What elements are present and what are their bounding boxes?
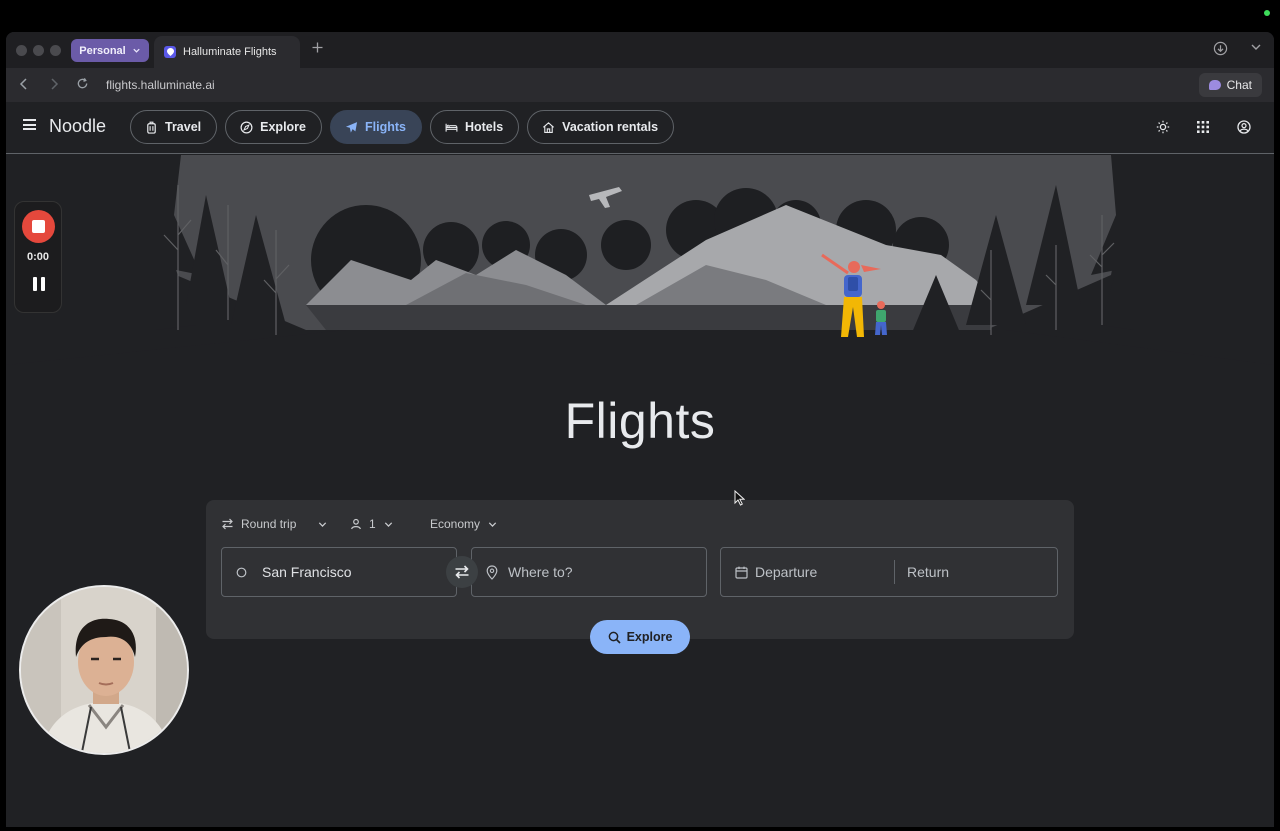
destination-field[interactable]: Where to? (471, 547, 707, 597)
main-menu-icon[interactable] (23, 119, 36, 130)
passenger-count: 1 (369, 517, 376, 531)
nav-chip-vacation-rentals[interactable]: Vacation rentals (527, 110, 675, 144)
bed-icon (445, 123, 458, 132)
tab-strip: Personal Halluminate Flights (6, 32, 1274, 68)
url-field[interactable]: flights.halluminate.ai (106, 78, 215, 92)
chevron-down-icon (133, 48, 140, 53)
compass-icon (240, 121, 253, 133)
chevron-left-icon (19, 78, 27, 90)
webcam-bubble[interactable] (19, 585, 189, 755)
search-icon (608, 631, 621, 644)
chat-bubble-icon (1208, 80, 1221, 90)
webcam-feed (21, 587, 187, 753)
recorder-panel: 0:00 (14, 201, 62, 313)
page-title: Flights (564, 393, 716, 449)
nav-chip-hotels[interactable]: Hotels (429, 110, 520, 144)
tab-title: Halluminate Flights (183, 46, 277, 58)
plus-icon (312, 42, 323, 53)
recording-timer: 0:00 (26, 251, 50, 263)
nav-chip-flights[interactable]: Flights (330, 110, 422, 144)
nav-chip-label: Hotels (464, 120, 504, 134)
trip-type-label: Round trip (241, 517, 297, 531)
nav-chip-explore[interactable]: Explore (225, 110, 322, 144)
tab-list-button[interactable] (1250, 41, 1262, 56)
favicon-icon (164, 46, 176, 58)
forward-button[interactable] (48, 77, 60, 94)
browser-window: Personal Halluminate Flights flights.hal… (6, 32, 1274, 827)
trip-type-select[interactable]: Round trip (221, 517, 328, 531)
explore-button[interactable]: Explore (590, 620, 690, 654)
nav-chip-label: Travel (165, 120, 202, 134)
back-button[interactable] (18, 77, 30, 94)
calendar-icon (735, 566, 748, 579)
origin-circle-icon (236, 567, 247, 577)
os-top-bar (0, 0, 1280, 32)
swap-icon (455, 565, 469, 579)
nav-chip-label: Explore (260, 120, 306, 134)
explore-label: Explore (626, 630, 673, 644)
chat-label: Chat (1226, 78, 1252, 92)
nav-chip-label: Flights (365, 120, 406, 134)
chevron-down-icon (1251, 44, 1261, 50)
profile-switcher[interactable]: Personal (71, 39, 149, 62)
profile-label: Personal (79, 44, 126, 57)
apps-grid-icon[interactable] (1196, 120, 1210, 134)
return-placeholder[interactable]: Return (907, 564, 949, 580)
nav-chip-travel[interactable]: Travel (130, 110, 218, 144)
tab-halluminate-flights[interactable]: Halluminate Flights (154, 36, 300, 68)
zoom-window-button[interactable] (50, 45, 61, 56)
account-icon[interactable] (1237, 120, 1251, 134)
close-window-button[interactable] (16, 45, 27, 56)
date-divider (894, 560, 895, 584)
chevron-down-icon (488, 521, 497, 527)
chat-button[interactable]: Chat (1198, 73, 1262, 97)
reload-button[interactable] (76, 77, 89, 93)
page: Noodle Travel Explore Flights Hotels Vac… (6, 102, 1274, 827)
person-icon (351, 518, 361, 530)
location-pin-icon (486, 564, 498, 580)
hero-illustration (6, 155, 1274, 365)
dates-field[interactable]: Departure Return (720, 547, 1058, 597)
swap-horiz-icon (222, 518, 233, 530)
departure-placeholder[interactable]: Departure (755, 564, 894, 580)
swap-locations-button[interactable] (446, 556, 478, 588)
download-icon (1213, 41, 1228, 56)
chevron-down-icon (384, 521, 392, 527)
address-bar: flights.halluminate.ai Chat (6, 68, 1274, 102)
minimize-window-button[interactable] (33, 45, 44, 56)
brand-logo[interactable]: Noodle (49, 116, 106, 137)
stop-recording-button[interactable] (22, 210, 55, 243)
airplane-icon (345, 121, 358, 133)
theme-icon[interactable] (1156, 120, 1170, 134)
reload-icon (77, 78, 88, 89)
mouse-cursor-icon (734, 490, 745, 506)
flight-search-card: Round trip 1 Economy San Francisco Where… (206, 500, 1074, 654)
pause-recording-button[interactable] (33, 277, 45, 291)
status-dot (1264, 10, 1270, 16)
new-tab-button[interactable] (312, 40, 323, 58)
nav-chips: Travel Explore Flights Hotels Vacation r… (130, 110, 675, 144)
destination-placeholder: Where to? (508, 564, 573, 580)
stop-icon (32, 220, 45, 233)
chevron-down-icon (319, 521, 327, 527)
cabin-class-select[interactable]: Economy (430, 517, 498, 531)
origin-value: San Francisco (262, 564, 352, 580)
nav-chip-label: Vacation rentals (562, 120, 659, 134)
chevron-right-icon (51, 78, 59, 90)
home-icon (543, 121, 555, 133)
downloads-button[interactable] (1213, 41, 1228, 59)
passenger-select[interactable]: 1 (350, 517, 394, 531)
luggage-icon (147, 121, 156, 134)
app-bar: Noodle Travel Explore Flights Hotels Vac… (6, 102, 1274, 154)
origin-field[interactable]: San Francisco (221, 547, 457, 597)
cabin-class-label: Economy (430, 517, 481, 531)
